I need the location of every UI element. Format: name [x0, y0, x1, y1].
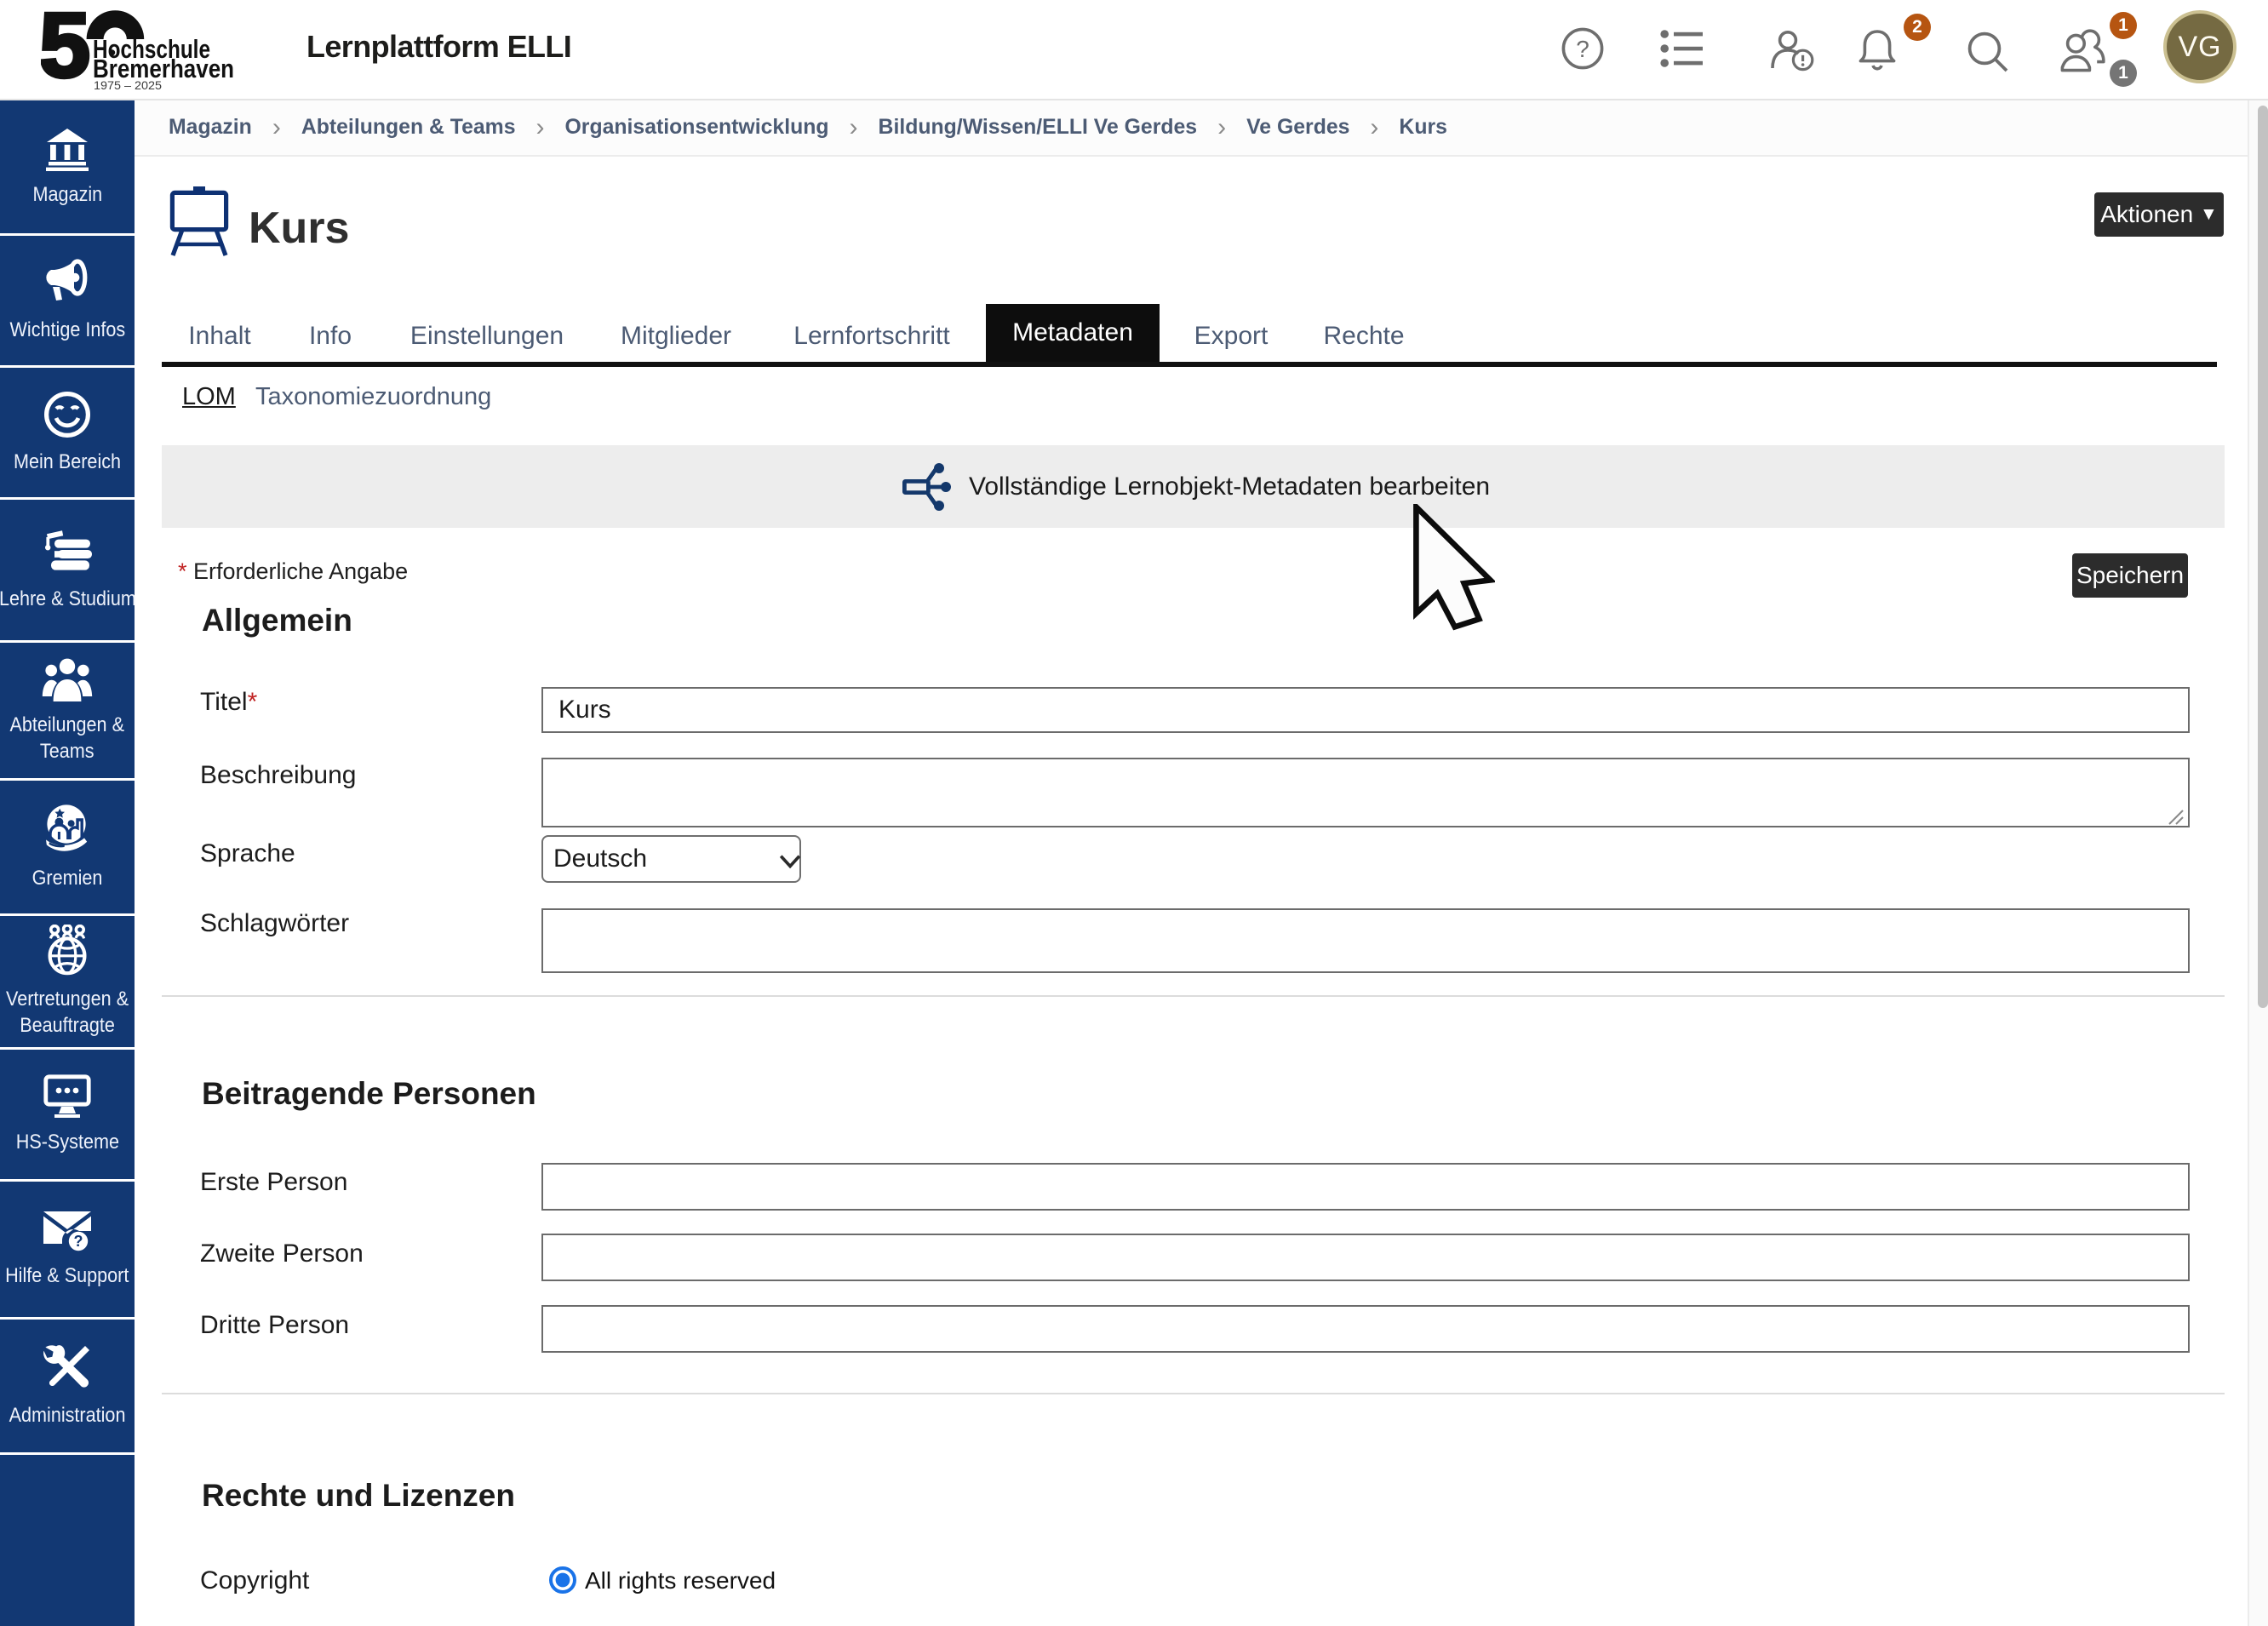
svg-text:?: ? — [74, 1233, 83, 1250]
svg-text:5: 5 — [41, 9, 90, 96]
svg-text:1975 – 2025: 1975 – 2025 — [94, 78, 162, 92]
svg-text:?: ? — [1576, 36, 1589, 62]
